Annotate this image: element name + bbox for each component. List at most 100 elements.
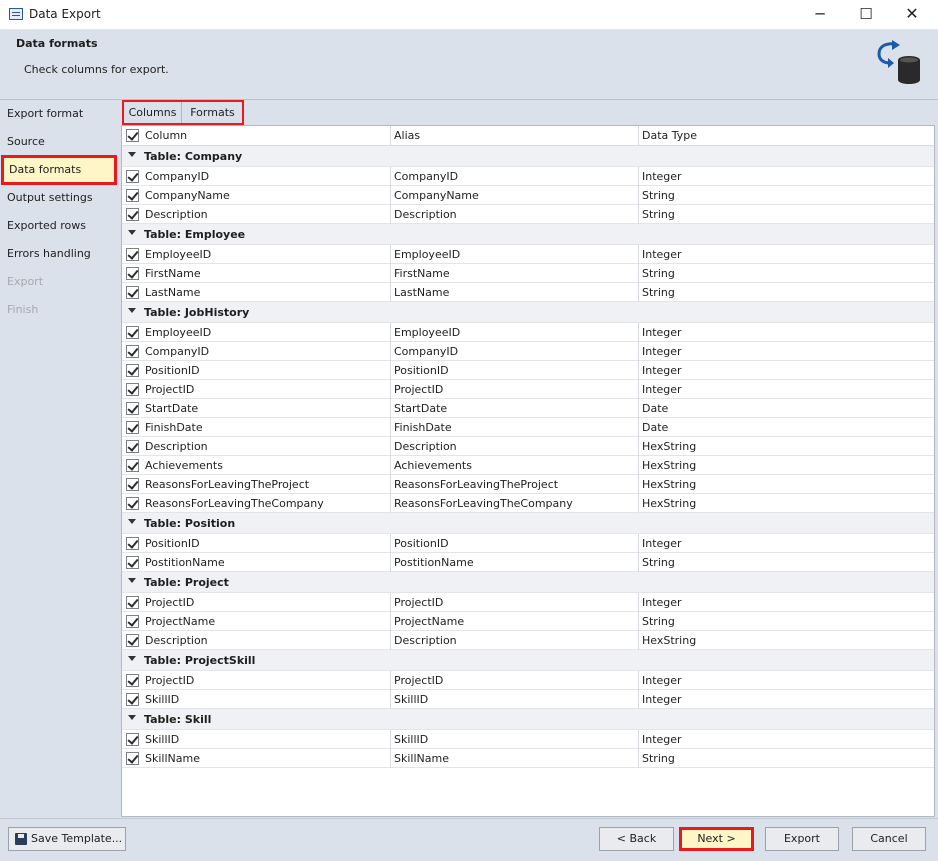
alias-cell[interactable]: EmployeeID bbox=[390, 245, 638, 264]
column-cell[interactable]: ProjectName bbox=[142, 612, 390, 631]
table-row[interactable]: Description Description String bbox=[122, 205, 934, 224]
data-type-cell[interactable]: Integer bbox=[638, 342, 934, 361]
row-checkbox[interactable] bbox=[126, 733, 139, 746]
save-template-button[interactable]: Save Template... bbox=[8, 827, 126, 851]
row-checkbox[interactable] bbox=[126, 402, 139, 415]
column-cell[interactable]: CompanyName bbox=[142, 186, 390, 205]
table-row[interactable]: SkillName SkillName String bbox=[122, 749, 934, 768]
column-cell[interactable]: PostitionName bbox=[142, 553, 390, 572]
row-checkbox[interactable] bbox=[126, 286, 139, 299]
row-checkbox[interactable] bbox=[126, 170, 139, 183]
alias-cell[interactable]: Description bbox=[390, 437, 638, 456]
row-checkbox[interactable] bbox=[126, 326, 139, 339]
row-checkbox[interactable] bbox=[126, 674, 139, 687]
column-cell[interactable]: SkillID bbox=[142, 690, 390, 709]
column-cell[interactable]: Description bbox=[142, 631, 390, 650]
data-type-cell[interactable]: HexString bbox=[638, 456, 934, 475]
row-checkbox[interactable] bbox=[126, 596, 139, 609]
alias-cell[interactable]: EmployeeID bbox=[390, 323, 638, 342]
row-checkbox[interactable] bbox=[126, 497, 139, 510]
table-group-row[interactable]: Table: Company bbox=[122, 146, 934, 167]
table-row[interactable]: ProjectID ProjectID Integer bbox=[122, 593, 934, 612]
close-button[interactable]: ✕ bbox=[889, 0, 935, 30]
table-row[interactable]: CompanyID CompanyID Integer bbox=[122, 342, 934, 361]
alias-cell[interactable]: ReasonsForLeavingTheCompany bbox=[390, 494, 638, 513]
sidebar-item-output-settings[interactable]: Output settings bbox=[0, 184, 118, 212]
data-type-cell[interactable]: Integer bbox=[638, 323, 934, 342]
column-cell[interactable]: Achievements bbox=[142, 456, 390, 475]
alias-cell[interactable]: ReasonsForLeavingTheProject bbox=[390, 475, 638, 494]
table-row[interactable]: CompanyName CompanyName String bbox=[122, 186, 934, 205]
row-checkbox[interactable] bbox=[126, 634, 139, 647]
data-type-cell[interactable]: Integer bbox=[638, 380, 934, 399]
alias-cell[interactable]: ProjectID bbox=[390, 593, 638, 612]
column-cell[interactable]: ProjectID bbox=[142, 593, 390, 612]
column-cell[interactable]: FinishDate bbox=[142, 418, 390, 437]
cancel-button[interactable]: Cancel bbox=[852, 827, 926, 851]
row-checkbox[interactable] bbox=[126, 267, 139, 280]
data-type-cell[interactable]: HexString bbox=[638, 631, 934, 650]
alias-cell[interactable]: FirstName bbox=[390, 264, 638, 283]
column-cell[interactable]: ReasonsForLeavingTheProject bbox=[142, 475, 390, 494]
row-checkbox[interactable] bbox=[126, 383, 139, 396]
table-row[interactable]: FinishDate FinishDate Date bbox=[122, 418, 934, 437]
alias-cell[interactable]: ProjectID bbox=[390, 380, 638, 399]
alias-cell[interactable]: CompanyID bbox=[390, 342, 638, 361]
table-row[interactable]: StartDate StartDate Date bbox=[122, 399, 934, 418]
row-checkbox[interactable] bbox=[126, 189, 139, 202]
table-row[interactable]: SkillID SkillID Integer bbox=[122, 690, 934, 709]
column-header-data-type[interactable]: Data Type bbox=[638, 126, 934, 145]
alias-cell[interactable]: CompanyName bbox=[390, 186, 638, 205]
collapse-triangle-icon[interactable] bbox=[128, 715, 136, 720]
data-type-cell[interactable]: String bbox=[638, 205, 934, 224]
sidebar-item-data-formats[interactable]: Data formats bbox=[1, 155, 117, 185]
sidebar-item-exported-rows[interactable]: Exported rows bbox=[0, 212, 118, 240]
alias-cell[interactable]: CompanyID bbox=[390, 167, 638, 186]
row-checkbox[interactable] bbox=[126, 693, 139, 706]
column-cell[interactable]: PositionID bbox=[142, 361, 390, 380]
table-row[interactable]: EmployeeID EmployeeID Integer bbox=[122, 323, 934, 342]
alias-cell[interactable]: PositionID bbox=[390, 361, 638, 380]
collapse-triangle-icon[interactable] bbox=[128, 230, 136, 235]
data-type-cell[interactable]: String bbox=[638, 264, 934, 283]
row-checkbox[interactable] bbox=[126, 421, 139, 434]
column-cell[interactable]: FirstName bbox=[142, 264, 390, 283]
row-checkbox[interactable] bbox=[126, 459, 139, 472]
table-row[interactable]: Description Description HexString bbox=[122, 631, 934, 650]
column-header-alias[interactable]: Alias bbox=[390, 126, 638, 145]
maximize-button[interactable]: ☐ bbox=[843, 0, 889, 30]
table-row[interactable]: PostitionName PostitionName String bbox=[122, 553, 934, 572]
column-cell[interactable]: ReasonsForLeavingTheCompany bbox=[142, 494, 390, 513]
table-row[interactable]: FirstName FirstName String bbox=[122, 264, 934, 283]
tab-formats[interactable]: Formats bbox=[183, 102, 242, 123]
data-type-cell[interactable]: Integer bbox=[638, 730, 934, 749]
alias-cell[interactable]: SkillName bbox=[390, 749, 638, 768]
alias-cell[interactable]: SkillID bbox=[390, 730, 638, 749]
row-checkbox[interactable] bbox=[126, 440, 139, 453]
alias-cell[interactable]: PostitionName bbox=[390, 553, 638, 572]
table-row[interactable]: PositionID PositionID Integer bbox=[122, 361, 934, 380]
data-type-cell[interactable]: Integer bbox=[638, 534, 934, 553]
column-cell[interactable]: Description bbox=[142, 205, 390, 224]
collapse-triangle-icon[interactable] bbox=[128, 656, 136, 661]
table-group-row[interactable]: Table: Project bbox=[122, 572, 934, 593]
collapse-triangle-icon[interactable] bbox=[128, 578, 136, 583]
row-checkbox[interactable] bbox=[126, 364, 139, 377]
data-type-cell[interactable]: String bbox=[638, 612, 934, 631]
minimize-button[interactable]: ─ bbox=[797, 0, 843, 30]
sidebar-item-export-format[interactable]: Export format bbox=[0, 100, 118, 128]
next-button[interactable]: Next > bbox=[679, 827, 754, 851]
column-cell[interactable]: ProjectID bbox=[142, 380, 390, 399]
alias-cell[interactable]: Description bbox=[390, 205, 638, 224]
collapse-triangle-icon[interactable] bbox=[128, 519, 136, 524]
data-type-cell[interactable]: Integer bbox=[638, 671, 934, 690]
column-cell[interactable]: LastName bbox=[142, 283, 390, 302]
data-type-cell[interactable]: String bbox=[638, 749, 934, 768]
column-cell[interactable]: EmployeeID bbox=[142, 245, 390, 264]
column-cell[interactable]: SkillID bbox=[142, 730, 390, 749]
collapse-triangle-icon[interactable] bbox=[128, 308, 136, 313]
data-type-cell[interactable]: HexString bbox=[638, 437, 934, 456]
data-type-cell[interactable]: HexString bbox=[638, 494, 934, 513]
data-type-cell[interactable]: Integer bbox=[638, 593, 934, 612]
sidebar-item-errors-handling[interactable]: Errors handling bbox=[0, 240, 118, 268]
